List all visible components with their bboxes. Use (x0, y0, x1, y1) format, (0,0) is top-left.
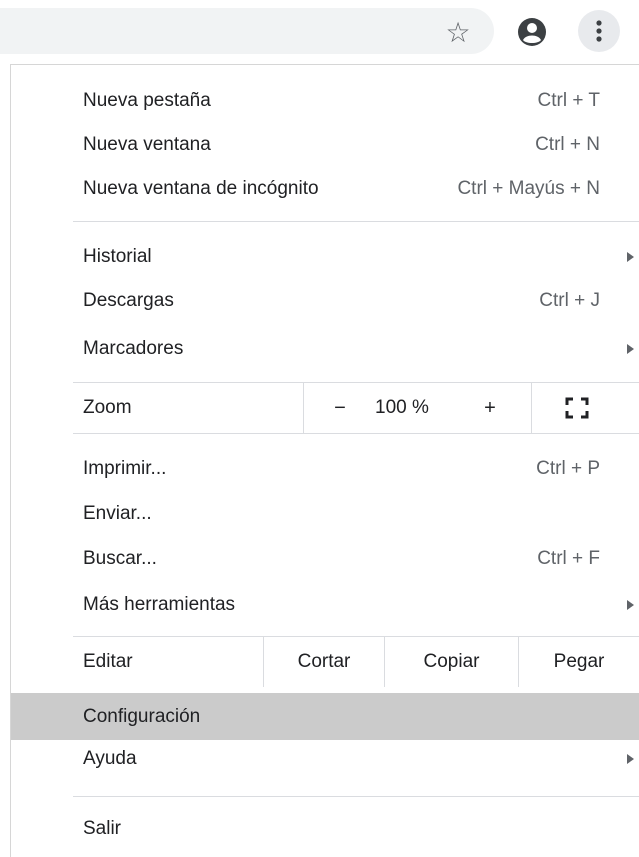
zoom-label: Zoom (83, 397, 132, 418)
submenu-arrow-icon (627, 600, 634, 610)
menu-item-new-tab[interactable]: Nueva pestaña Ctrl + T (11, 83, 639, 119)
menu-item-downloads[interactable]: Descargas Ctrl + J (11, 283, 639, 319)
menu-item-find[interactable]: Buscar... Ctrl + F (11, 541, 639, 577)
menu-item-shortcut: Ctrl + Mayús + N (457, 178, 600, 199)
menu-item-cast[interactable]: Enviar... (11, 496, 639, 532)
submenu-arrow-icon (627, 754, 634, 764)
menu-item-shortcut: Ctrl + T (537, 90, 600, 111)
menu-item-label: Enviar... (83, 503, 152, 524)
menu-item-settings[interactable]: Configuración (11, 693, 639, 740)
menu-item-label: Ayuda (83, 748, 137, 769)
menu-item-label: Nueva pestaña (83, 90, 211, 111)
submenu-arrow-icon (627, 252, 634, 262)
menu-item-label: Más herramientas (83, 594, 236, 615)
more-menu-icon[interactable] (578, 10, 620, 52)
menu-item-label: Marcadores (83, 338, 184, 359)
menu-item-incognito[interactable]: Nueva ventana de incógnito Ctrl + Mayús … (11, 171, 639, 207)
menu-item-exit[interactable]: Salir (11, 811, 639, 847)
menu-item-label: Nueva ventana (83, 134, 211, 155)
edit-row: Editar Cortar Copiar Pegar (73, 637, 639, 687)
address-bar[interactable] (0, 8, 494, 54)
paste-button[interactable]: Pegar (519, 637, 639, 687)
browser-toolbar: ☆ (0, 0, 639, 64)
menu-item-bookmarks[interactable]: Marcadores (11, 331, 639, 367)
menu-item-label: Descargas (83, 290, 174, 311)
profile-avatar-icon[interactable] (514, 14, 550, 50)
zoom-in-button[interactable]: + (475, 383, 505, 433)
menu-item-shortcut: Ctrl + J (539, 290, 600, 311)
zoom-row: Zoom − 100 % + (73, 383, 639, 433)
chrome-main-menu: Nueva pestaña Ctrl + T Nueva ventana Ctr… (10, 64, 639, 857)
menu-separator (73, 433, 639, 434)
menu-item-label: Salir (83, 818, 122, 839)
menu-item-label: Historial (83, 246, 152, 267)
copy-button[interactable]: Copiar (385, 637, 518, 687)
menu-item-more-tools[interactable]: Más herramientas (11, 587, 639, 623)
submenu-arrow-icon (627, 344, 634, 354)
menu-item-help[interactable]: Ayuda (11, 741, 639, 777)
menu-item-shortcut: Ctrl + N (535, 134, 600, 155)
bookmark-star-icon[interactable]: ☆ (440, 14, 476, 50)
menu-item-label: Configuración (83, 706, 201, 727)
zoom-divider (303, 383, 304, 433)
zoom-level: 100 % (375, 397, 429, 418)
cut-button[interactable]: Cortar (264, 637, 384, 687)
menu-item-shortcut: Ctrl + F (537, 548, 600, 569)
menu-separator (73, 796, 639, 797)
edit-label: Editar (83, 651, 133, 672)
fullscreen-icon[interactable] (565, 397, 589, 419)
menu-item-label: Buscar... (83, 548, 157, 569)
menu-item-label: Imprimir... (83, 458, 167, 479)
menu-separator (73, 221, 639, 222)
menu-item-new-window[interactable]: Nueva ventana Ctrl + N (11, 127, 639, 163)
menu-item-shortcut: Ctrl + P (536, 458, 600, 479)
zoom-divider (531, 383, 532, 433)
zoom-out-button[interactable]: − (325, 383, 355, 433)
menu-item-history[interactable]: Historial (11, 239, 639, 275)
menu-item-label: Nueva ventana de incógnito (83, 178, 319, 199)
menu-item-print[interactable]: Imprimir... Ctrl + P (11, 451, 639, 487)
